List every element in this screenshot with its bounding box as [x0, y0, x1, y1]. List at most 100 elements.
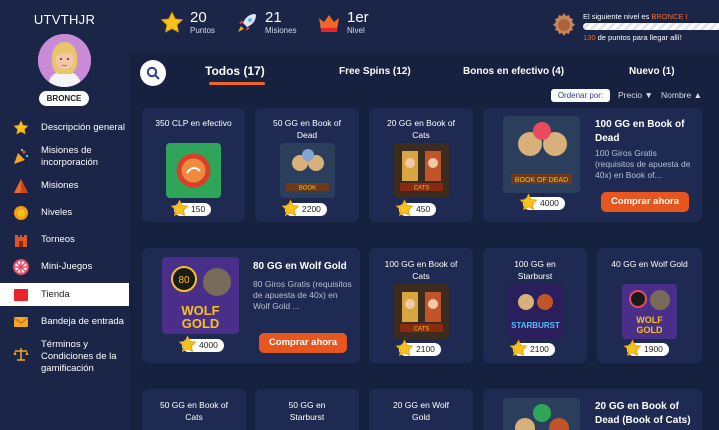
- product-title: 50 GG en Starburst: [288, 400, 326, 422]
- wheel-icon: [12, 258, 30, 276]
- nav-item-missions[interactable]: Misiones: [0, 177, 129, 195]
- product-title: 100 GG en Book of Dead: [595, 119, 685, 144]
- svg-text:80: 80: [178, 275, 190, 286]
- product-card[interactable]: 100 GG en Starburst STARBURST 2100: [483, 248, 587, 363]
- price-tag: 2100: [399, 343, 441, 356]
- svg-text:CATS: CATS: [414, 327, 430, 333]
- product-card[interactable]: 50 GG en Book of Dead BOOK 2200: [255, 108, 359, 222]
- star-icon: [12, 119, 30, 137]
- product-image: [503, 398, 580, 430]
- search-button[interactable]: [140, 60, 166, 86]
- sort-name-button[interactable]: Nombre ▲: [661, 90, 702, 100]
- level-label: Nivel: [347, 26, 365, 35]
- rocket-icon: [238, 14, 256, 32]
- price-tag: 150: [174, 203, 212, 216]
- star-icon: [395, 199, 414, 218]
- svg-text:BOOK: BOOK: [299, 186, 316, 192]
- points-needed-text: 130 de puntos para llegar allí!: [583, 33, 682, 42]
- product-title: 20 GG en Wolf Gold: [392, 400, 450, 422]
- svg-text:GOLD: GOLD: [637, 325, 663, 335]
- sort-price-button[interactable]: Precio ▼: [618, 90, 653, 100]
- product-card[interactable]: 40 GG en Wolf Gold WOLF GOLD 1900: [597, 248, 702, 363]
- scales-icon: [12, 345, 30, 363]
- envelope-icon: [12, 313, 30, 331]
- price-tag: 450: [399, 203, 437, 216]
- level-progress-bar: [583, 23, 719, 30]
- nav-item-onboarding-missions[interactable]: Misiones de incorporación: [0, 144, 129, 170]
- product-card[interactable]: 20 GG en Book of Cats CATS 450: [369, 108, 473, 222]
- tab-cash-bonus[interactable]: Bonos en efectivo (4): [463, 66, 564, 77]
- avatar[interactable]: [38, 34, 91, 87]
- tab-all[interactable]: Todos (17): [205, 64, 265, 78]
- bronze-medal-icon: [553, 13, 575, 36]
- product-image: [166, 143, 221, 198]
- product-card-featured[interactable]: 80 WOLF GOLD 80 GG en Wolf Gold 80 Giros G…: [142, 248, 360, 363]
- product-title: 350 CLP en efectivo: [155, 118, 232, 128]
- price-tag: 2100: [513, 343, 555, 356]
- svg-text:STARBURST: STARBURST: [511, 321, 560, 330]
- search-icon: [146, 66, 160, 80]
- price-tag: 4000: [182, 339, 224, 352]
- active-tab-indicator: [209, 82, 265, 85]
- product-card-featured[interactable]: 20 GG en Book of Dead (Book of Cats): [483, 389, 702, 430]
- svg-text:BOOK OF DEAD: BOOK OF DEAD: [515, 177, 568, 184]
- confetti-icon: [12, 148, 30, 166]
- product-card[interactable]: 350 CLP en efectivo 150: [142, 108, 245, 222]
- pyramid-icon: [12, 177, 30, 195]
- product-card-featured[interactable]: BOOK OF DEAD 100 GG en Book of Dead 100 …: [483, 108, 702, 222]
- product-description: 100 Giros Gratis (requisitos de apuesta …: [595, 148, 691, 180]
- star-icon: [170, 199, 189, 218]
- star-icon: [160, 11, 184, 35]
- username: UTVTHJR: [33, 12, 96, 27]
- nav-label: Bandeja de entrada: [41, 316, 124, 327]
- svg-text:CATS: CATS: [414, 186, 430, 192]
- product-title: 40 GG en Wolf Gold: [611, 259, 688, 269]
- price-tag: 2200: [285, 203, 327, 216]
- buy-now-button[interactable]: Comprar ahora: [601, 192, 689, 212]
- missions-value: 21: [265, 9, 282, 26]
- star-icon: [519, 193, 538, 212]
- nav-item-terms[interactable]: Términos y Condiciones de la gamificació…: [0, 339, 129, 375]
- nav-item-levels[interactable]: Niveles: [0, 204, 129, 222]
- product-image: WOLF GOLD: [622, 284, 677, 339]
- nav-item-overview[interactable]: Descripción general: [0, 119, 129, 137]
- level-value: 1er: [347, 9, 369, 26]
- product-title: 20 GG en Book of Dead (Book of Cats): [595, 401, 691, 426]
- level-stat: 1er Nivel: [317, 10, 369, 36]
- points-stat: 20 Puntos: [160, 10, 215, 36]
- product-title: 80 GG en Wolf Gold: [253, 261, 347, 272]
- product-title: 50 GG en Book of Cats: [159, 400, 229, 422]
- nav-label: Descripción general: [41, 122, 125, 133]
- star-icon: [509, 339, 528, 358]
- product-title: 50 GG en Book of Dead: [272, 118, 342, 140]
- product-card[interactable]: 50 GG en Book of Cats: [142, 389, 246, 430]
- shop-icon: [12, 286, 30, 304]
- nav-label: Misiones de incorporación: [41, 145, 99, 168]
- crown-icon: [319, 15, 339, 32]
- nav-item-tournaments[interactable]: Torneos: [0, 231, 129, 249]
- sun-medal-icon: [12, 204, 30, 222]
- nav-label: Misiones: [41, 180, 79, 191]
- nav-item-shop[interactable]: Tienda: [0, 283, 129, 306]
- product-title: 20 GG en Book of Cats: [386, 118, 456, 140]
- star-icon: [623, 339, 642, 358]
- tab-free-spins[interactable]: Free Spins (12): [339, 66, 411, 77]
- top-bar: 20 Puntos 21 Misiones 1er Nivel El sigui…: [129, 0, 719, 51]
- product-card[interactable]: 20 GG en Wolf Gold: [369, 389, 473, 430]
- sidebar: UTVTHJR BRONCE Descripción general Misio…: [0, 0, 129, 430]
- product-card[interactable]: 100 GG en Book of Cats CATS 2100: [369, 248, 473, 363]
- nav-item-mini-games[interactable]: Mini-Juegos: [0, 258, 129, 276]
- nav-label: Mini-Juegos: [41, 261, 93, 272]
- points-value: 20: [190, 9, 207, 26]
- points-label: Puntos: [190, 26, 215, 35]
- castle-icon: [12, 231, 30, 249]
- sort-by-label: Ordenar por:: [551, 89, 610, 102]
- buy-now-button[interactable]: Comprar ahora: [259, 333, 347, 353]
- nav-item-inbox[interactable]: Bandeja de entrada: [0, 313, 129, 331]
- nav-label: Torneos: [41, 234, 75, 245]
- tab-new[interactable]: Nuevo (1): [629, 66, 675, 77]
- nav-label: Niveles: [41, 207, 73, 218]
- svg-text:GOLD: GOLD: [182, 316, 220, 331]
- product-card[interactable]: 50 GG en Starburst: [255, 389, 359, 430]
- price-tag: 4000: [523, 197, 565, 210]
